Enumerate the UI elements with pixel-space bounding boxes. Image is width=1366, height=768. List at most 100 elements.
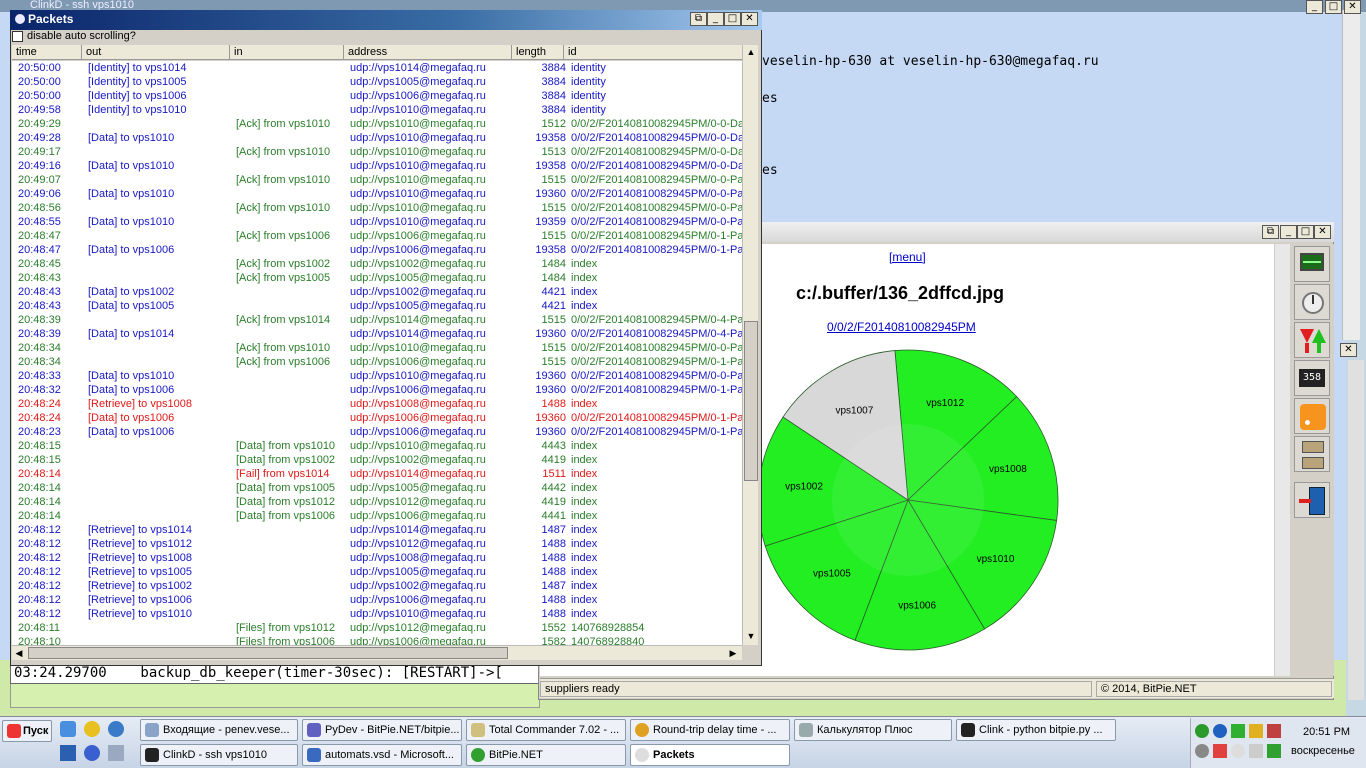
column-header-length[interactable]: length bbox=[512, 45, 564, 60]
disable-autoscroll-checkbox[interactable]: disable auto scrolling? bbox=[12, 30, 752, 44]
column-header-id[interactable]: id bbox=[564, 45, 742, 60]
tray-flag-icon[interactable] bbox=[1213, 744, 1227, 758]
table-row[interactable]: 20:48:34 [Ack] from vps1006 udp://vps1006@… bbox=[12, 355, 742, 369]
table-row[interactable]: 20:48:24 [Retrieve] to vps1008 udp://vps10… bbox=[12, 397, 742, 411]
scroll-up-arrow-icon[interactable]: ▲ bbox=[744, 45, 758, 59]
tray-antivirus-icon[interactable] bbox=[1267, 724, 1281, 738]
table-row[interactable]: 20:50:00 [Identity] to vps1014 udp://vps10… bbox=[12, 61, 742, 75]
ssh-vertical-scrollbar[interactable] bbox=[1342, 10, 1360, 340]
tray-shield-icon[interactable] bbox=[1249, 724, 1263, 738]
table-row[interactable]: 20:48:33 [Data] to vps1010 udp://vps1010@m… bbox=[12, 369, 742, 383]
table-row[interactable]: 20:48:12 [Retrieve] to vps1006 udp://vps10… bbox=[12, 593, 742, 607]
table-row[interactable]: 20:48:24 [Data] to vps1006 udp://vps1006@m… bbox=[12, 411, 742, 425]
storage-icon[interactable] bbox=[1294, 436, 1330, 472]
packets-maximize-button[interactable]: □ bbox=[724, 12, 741, 26]
monitor-icon[interactable] bbox=[1294, 246, 1330, 282]
table-row[interactable]: 20:48:14 [Data] from vps1005 udp://vps1005… bbox=[12, 481, 742, 495]
table-row[interactable]: 20:48:14 [Fail] from vps1014 udp://vps1014… bbox=[12, 467, 742, 481]
packets-restore-button[interactable]: ⧉ bbox=[690, 12, 707, 26]
table-row[interactable]: 20:48:47 [Data] to vps1006 udp://vps1006@m… bbox=[12, 243, 742, 257]
bitpie-maximize-button[interactable]: □ bbox=[1297, 225, 1314, 239]
table-row[interactable]: 20:48:12 [Retrieve] to vps1008 udp://vps10… bbox=[12, 551, 742, 565]
taskbar-item-clink[interactable]: Clink - python bitpie.py ... bbox=[956, 719, 1116, 741]
table-row[interactable]: 20:48:43 [Data] to vps1005 udp://vps1005@m… bbox=[12, 299, 742, 313]
table-row[interactable]: 20:48:32 [Data] to vps1006 udp://vps1006@m… bbox=[12, 383, 742, 397]
column-header-time[interactable]: time bbox=[12, 45, 82, 60]
taskbar-item-pydev[interactable]: PyDev - BitPie.NET/bitpie... bbox=[302, 719, 462, 741]
network-icon[interactable] bbox=[108, 745, 124, 761]
table-row[interactable]: 20:48:56 [Ack] from vps1010 udp://vps1010@… bbox=[12, 201, 742, 215]
start-button[interactable]: Пуск bbox=[2, 720, 52, 742]
clock-time[interactable]: 20:51 PM bbox=[1303, 726, 1350, 738]
taskbar-item-clinkd[interactable]: ClinkD - ssh vps1010 bbox=[140, 744, 298, 766]
table-row[interactable]: 20:49:07 [Ack] from vps1010 udp://vps1010@… bbox=[12, 173, 742, 187]
table-row[interactable]: 20:49:29 [Ack] from vps1010 udp://vps1010@… bbox=[12, 117, 742, 131]
tray-skype-icon[interactable] bbox=[1213, 724, 1227, 738]
table-row[interactable]: 20:48:11 [Files] from vps1012 udp://vps101… bbox=[12, 621, 742, 635]
bitpie-scrollbar[interactable] bbox=[1274, 244, 1290, 676]
ssh-maximize-button[interactable]: □ bbox=[1325, 0, 1342, 14]
table-row[interactable]: 20:49:28 [Data] to vps1010 udp://vps1010@m… bbox=[12, 131, 742, 145]
table-row[interactable]: 20:48:47 [Ack] from vps1006 udp://vps1006@… bbox=[12, 229, 742, 243]
column-header-in[interactable]: in bbox=[230, 45, 344, 60]
scroll-thumb[interactable] bbox=[744, 321, 758, 481]
table-row[interactable]: 20:49:17 [Ack] from vps1010 udp://vps1010@… bbox=[12, 145, 742, 159]
table-row[interactable]: 20:48:43 [Ack] from vps1005 udp://vps1005@… bbox=[12, 271, 742, 285]
packets-vertical-scrollbar[interactable]: ▲ ▼ bbox=[742, 45, 758, 645]
table-row[interactable]: 20:48:12 [Retrieve] to vps1005 udp://vps10… bbox=[12, 565, 742, 579]
rss-icon[interactable] bbox=[1294, 398, 1330, 434]
taskbar-item-mail[interactable]: Входящие - penev.vese... bbox=[140, 719, 298, 741]
taskbar-item-bitpie[interactable]: BitPie.NET bbox=[466, 744, 626, 766]
clock-icon[interactable] bbox=[1294, 284, 1330, 320]
counter-icon[interactable]: 358 bbox=[1294, 360, 1330, 396]
taskbar-item-browser[interactable]: Round-trip delay time - ... bbox=[630, 719, 790, 741]
tray-sync-icon[interactable] bbox=[1195, 724, 1209, 738]
scroll-down-arrow-icon[interactable]: ▼ bbox=[744, 629, 758, 643]
table-row[interactable]: 20:48:14 [Data] from vps1006 udp://vps1006… bbox=[12, 509, 742, 523]
transfer-arrows-icon[interactable] bbox=[1294, 322, 1330, 358]
taskbar-item-totalcmd[interactable]: Total Commander 7.02 - ... bbox=[466, 719, 626, 741]
table-row[interactable]: 20:48:43 [Data] to vps1002 udp://vps1002@m… bbox=[12, 285, 742, 299]
menu-link[interactable]: [menu] bbox=[889, 250, 926, 264]
exit-door-icon[interactable] bbox=[1294, 482, 1330, 518]
column-header-out[interactable]: out bbox=[82, 45, 230, 60]
taskbar-item-visio[interactable]: automats.vsd - Microsoft... bbox=[302, 744, 462, 766]
clink-close-button[interactable]: ✕ bbox=[1340, 343, 1357, 357]
table-row[interactable]: 20:48:12 [Retrieve] to vps1012 udp://vps10… bbox=[12, 537, 742, 551]
file-link[interactable]: 0/0/2/F20140810082945PM bbox=[827, 320, 976, 334]
bitpie-restore-button[interactable]: ⧉ bbox=[1262, 225, 1279, 239]
column-header-address[interactable]: address bbox=[344, 45, 512, 60]
table-row[interactable]: 20:48:12 [Retrieve] to vps1014 udp://vps10… bbox=[12, 523, 742, 537]
bitpie-close-button[interactable]: ✕ bbox=[1314, 225, 1331, 239]
table-row[interactable]: 20:49:16 [Data] to vps1010 udp://vps1010@m… bbox=[12, 159, 742, 173]
table-row[interactable]: 20:48:15 [Data] from vps1002 udp://vps1002… bbox=[12, 453, 742, 467]
browser-icon[interactable] bbox=[108, 721, 124, 737]
table-row[interactable]: 20:48:39 [Ack] from vps1014 udp://vps1014@… bbox=[12, 313, 742, 327]
table-row[interactable]: 20:50:00 [Identity] to vps1005 udp://vps10… bbox=[12, 75, 742, 89]
table-row[interactable]: 20:48:39 [Data] to vps1014 udp://vps1014@m… bbox=[12, 327, 742, 341]
table-row[interactable]: 20:48:10 [Files] from vps1006 udp://vps100… bbox=[12, 635, 742, 645]
chrome-icon[interactable] bbox=[84, 721, 100, 737]
show-desktop-icon[interactable] bbox=[60, 721, 76, 737]
scroll-left-arrow-icon[interactable]: ◀ bbox=[12, 646, 26, 660]
table-row[interactable]: 20:48:12 [Retrieve] to vps1002 udp://vps10… bbox=[12, 579, 742, 593]
table-row[interactable]: 20:48:14 [Data] from vps1012 udp://vps1012… bbox=[12, 495, 742, 509]
table-row[interactable]: 20:48:15 [Data] from vps1010 udp://vps1010… bbox=[12, 439, 742, 453]
table-row[interactable]: 20:49:58 [Identity] to vps1010 udp://vps10… bbox=[12, 103, 742, 117]
tray-h-icon[interactable] bbox=[1267, 744, 1281, 758]
taskbar-item-packets[interactable]: Packets bbox=[630, 744, 790, 766]
save-icon[interactable] bbox=[60, 745, 76, 761]
table-row[interactable]: 20:48:55 [Data] to vps1010 udp://vps1010@m… bbox=[12, 215, 742, 229]
globe-icon[interactable] bbox=[84, 745, 100, 761]
tray-volume-icon[interactable] bbox=[1249, 744, 1263, 758]
tray-settings-icon[interactable] bbox=[1195, 744, 1209, 758]
table-row[interactable]: 20:48:23 [Data] to vps1006 udp://vps1006@m… bbox=[12, 425, 742, 439]
ssh-close-button[interactable]: ✕ bbox=[1344, 0, 1361, 14]
table-row[interactable]: 20:48:45 [Ack] from vps1002 udp://vps1002@… bbox=[12, 257, 742, 271]
clink-scrollbar[interactable] bbox=[1348, 360, 1364, 700]
hscroll-thumb[interactable] bbox=[28, 647, 508, 659]
taskbar-item-calculator[interactable]: Калькулятор Плюс bbox=[794, 719, 952, 741]
table-row[interactable]: 20:50:00 [Identity] to vps1006 udp://vps10… bbox=[12, 89, 742, 103]
scroll-right-arrow-icon[interactable]: ▶ bbox=[726, 646, 740, 660]
packets-horizontal-scrollbar[interactable]: ◀ ▶ bbox=[12, 645, 742, 660]
